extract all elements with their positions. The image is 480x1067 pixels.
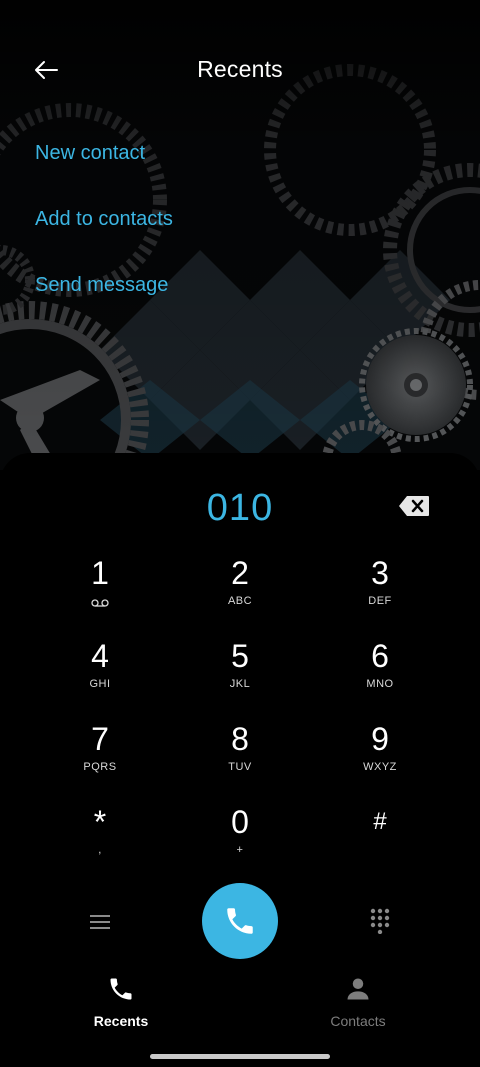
key-letters: , — [98, 844, 102, 856]
nav-tab-recents[interactable]: Recents — [61, 975, 181, 1029]
key-letters: MNO — [366, 678, 394, 690]
phone-icon — [61, 975, 181, 1005]
key-letters: DEF — [368, 595, 392, 607]
bottom-nav: Recents Contacts — [0, 975, 480, 1035]
backspace-icon — [399, 496, 429, 516]
key-digit: 0 — [231, 804, 249, 840]
nav-tab-contacts[interactable]: Contacts — [298, 975, 418, 1029]
add-to-contacts-link[interactable]: Add to contacts — [35, 204, 173, 270]
key-hash[interactable]: # — [310, 802, 450, 884]
key-letters — [30, 595, 170, 609]
key-7[interactable]: 7 PQRS — [30, 719, 170, 801]
key-letters: WXYZ — [363, 761, 397, 773]
call-button[interactable] — [202, 883, 278, 959]
new-contact-link[interactable]: New contact — [35, 138, 173, 204]
page-title: Recents — [197, 56, 283, 82]
key-6[interactable]: 6 MNO — [310, 636, 450, 718]
nav-label-recents: Recents — [93, 1013, 149, 1029]
key-3[interactable]: 3 DEF — [310, 553, 450, 635]
header: Recents — [0, 40, 480, 100]
key-letters: ABC — [227, 595, 253, 607]
key-0[interactable]: 0 + — [170, 802, 310, 884]
key-star[interactable]: * , — [30, 802, 170, 884]
menu-icon — [90, 915, 110, 929]
phone-icon — [227, 908, 253, 934]
key-digit: 5 — [231, 638, 249, 674]
key-digit: 2 — [231, 555, 249, 591]
key-9[interactable]: 9 WXYZ — [310, 719, 450, 801]
key-5[interactable]: 5 JKL — [170, 636, 310, 718]
key-letters — [310, 844, 450, 858]
send-message-link[interactable]: Send message — [35, 270, 173, 336]
menu-button[interactable] — [80, 907, 120, 937]
key-8[interactable]: 8 TUV — [170, 719, 310, 801]
key-digit: 4 — [91, 638, 109, 674]
key-1[interactable]: 1 — [30, 553, 170, 635]
key-digit: 1 — [91, 555, 109, 591]
nav-label-contacts: Contacts — [330, 1013, 386, 1029]
voicemail-icon — [91, 599, 109, 607]
number-actions: New contact Add to contacts Send message — [35, 138, 173, 336]
key-letters: + — [236, 844, 244, 856]
dialpad-icon — [370, 908, 390, 934]
key-digit: 7 — [91, 721, 109, 757]
key-letters: GHI — [89, 678, 111, 690]
key-digit: 8 — [231, 721, 249, 757]
key-letters: TUV — [228, 761, 252, 773]
key-digit: # — [373, 808, 387, 835]
home-indicator[interactable] — [150, 1054, 330, 1059]
dialpad-toggle-button[interactable] — [360, 903, 400, 939]
backspace-button[interactable] — [398, 495, 434, 521]
key-4[interactable]: 4 GHI — [30, 636, 170, 718]
key-letters: JKL — [229, 678, 251, 690]
key-2[interactable]: 2 ABC — [170, 553, 310, 635]
key-digit: 6 — [371, 638, 389, 674]
dialer-controls — [0, 883, 480, 963]
key-letters: PQRS — [83, 761, 117, 773]
key-digit: * — [93, 804, 107, 840]
key-digit: 9 — [371, 721, 389, 757]
key-digit: 3 — [371, 555, 389, 591]
person-icon — [298, 975, 418, 1005]
